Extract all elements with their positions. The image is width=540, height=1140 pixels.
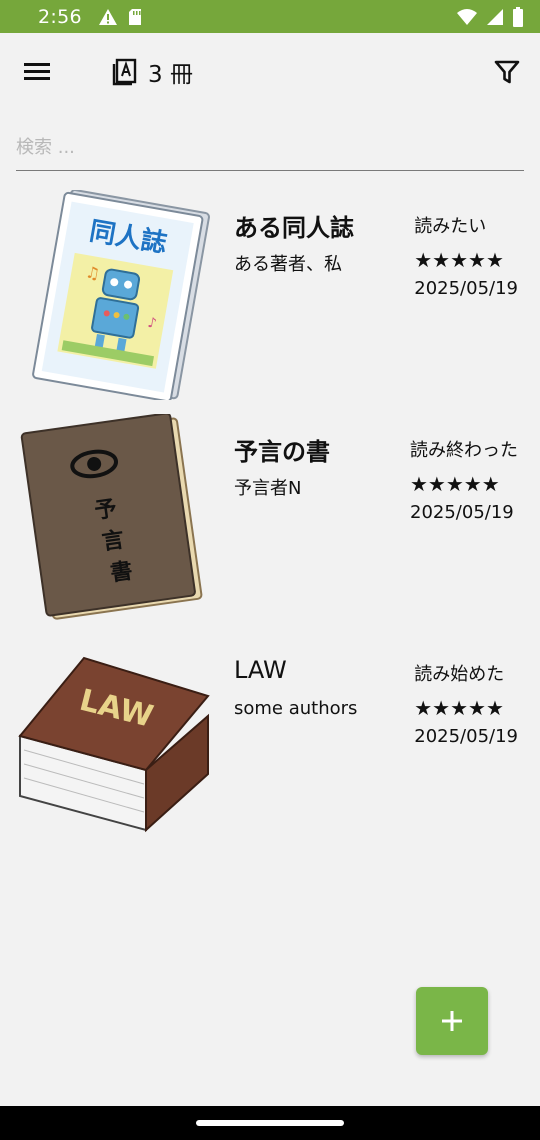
plus-icon xyxy=(442,1011,462,1031)
book-title: LAW xyxy=(234,656,287,684)
app-bar: 3 冊 xyxy=(0,33,540,111)
menu-icon xyxy=(24,63,50,80)
home-gesture-handle[interactable] xyxy=(196,1120,344,1126)
filter-button[interactable] xyxy=(490,57,526,87)
book-meta: 読みたい ★★★★★ 2025/05/19 xyxy=(414,212,518,299)
book-date: 2025/05/19 xyxy=(414,726,518,747)
status-right-icons xyxy=(456,6,524,27)
reading-status: 読みたい xyxy=(414,216,487,237)
book-meta: 読み始めた ★★★★★ 2025/05/19 xyxy=(414,660,518,747)
svg-text:予: 予 xyxy=(93,496,118,524)
book-author: 予言者N xyxy=(234,478,302,499)
menu-button[interactable] xyxy=(20,57,56,87)
book-count-label: 3 冊 xyxy=(148,62,193,88)
book-count-icon xyxy=(112,58,137,86)
reading-status: 読み終わった xyxy=(410,440,518,461)
list-item[interactable]: 予 言 書 予言の書 予言者N 読み終わった ★★★★★ 2025/05/19 xyxy=(0,414,540,634)
book-cover-law: LAW xyxy=(18,656,210,833)
battery-icon xyxy=(513,6,523,27)
signal-icon xyxy=(487,8,503,25)
book-meta: 読み終わった ★★★★★ 2025/05/19 xyxy=(410,436,518,523)
book-date: 2025/05/19 xyxy=(410,502,514,523)
book-title: 予言の書 xyxy=(234,438,330,466)
svg-text:書: 書 xyxy=(109,558,134,587)
book-count: 3 冊 xyxy=(112,55,193,89)
list-item[interactable]: 同人誌 ♫ ♪ ある同人誌 ある著者、私 読みたい ★★★★★ 2025/05/… xyxy=(0,190,540,410)
book-cover-doujinshi: 同人誌 ♫ ♪ xyxy=(32,190,210,400)
book-author: ある著者、私 xyxy=(234,254,342,275)
sd-card-icon xyxy=(128,8,141,25)
svg-text:言: 言 xyxy=(100,527,125,556)
rating-stars: ★★★★★ xyxy=(414,696,504,720)
status-left-icons xyxy=(98,8,142,26)
search-input[interactable] xyxy=(16,130,524,171)
rating-stars: ★★★★★ xyxy=(414,248,504,272)
book-author: some authors xyxy=(234,698,358,719)
navigation-bar xyxy=(0,1106,540,1140)
status-bar: 2:56 xyxy=(0,0,540,33)
book-cover-prophecy: 予 言 書 xyxy=(20,414,203,620)
book-date: 2025/05/19 xyxy=(414,278,518,299)
reading-status: 読み始めた xyxy=(414,664,505,685)
book-title: ある同人誌 xyxy=(234,214,354,242)
list-item[interactable]: LAW LAW some authors 読み始めた ★★★★★ 2025/05… xyxy=(0,638,540,858)
add-book-button[interactable] xyxy=(416,987,488,1055)
rating-stars: ★★★★★ xyxy=(410,472,500,496)
status-time: 2:56 xyxy=(38,5,82,28)
filter-icon xyxy=(494,60,520,84)
wifi-icon xyxy=(457,8,477,25)
warning-icon xyxy=(98,8,117,25)
